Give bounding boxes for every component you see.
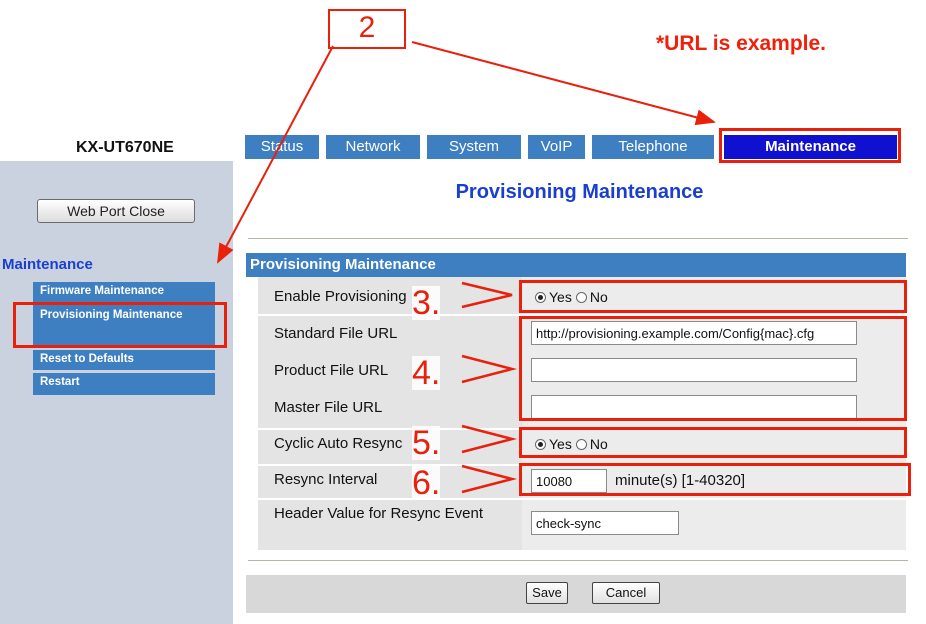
tab-system[interactable]: System bbox=[427, 135, 521, 159]
sidebar-item-reset-to-defaults[interactable]: Reset to Defaults bbox=[33, 350, 215, 370]
master-file-url-label: Master File URL bbox=[274, 399, 383, 416]
url-example-note: *URL is example. bbox=[656, 32, 827, 55]
provisioning-item-highlight bbox=[13, 302, 227, 348]
resync-interval-label: Resync Interval bbox=[274, 471, 378, 488]
sidebar-item-firmware-maintenance[interactable]: Firmware Maintenance bbox=[33, 282, 215, 302]
row-divider bbox=[258, 498, 906, 500]
tab-label: System bbox=[448, 138, 499, 155]
step-6-number: 6. bbox=[412, 464, 441, 502]
step-3-number: 3. bbox=[412, 284, 441, 322]
cancel-button[interactable]: Cancel bbox=[592, 582, 660, 604]
save-button[interactable]: Save bbox=[526, 582, 568, 604]
tab-label: VoIP bbox=[540, 138, 573, 155]
product-file-url-label: Product File URL bbox=[274, 362, 389, 379]
sidebar-section-title: Maintenance bbox=[2, 256, 93, 273]
step-5-number: 5. bbox=[412, 424, 441, 462]
sidebar-item-label: Firmware Maintenance bbox=[40, 285, 164, 297]
enable-provisioning-highlight bbox=[519, 280, 907, 313]
device-model-title: KX-UT670NE bbox=[76, 139, 174, 156]
step-4-number: 4. bbox=[412, 354, 441, 392]
tab-label: Telephone bbox=[618, 138, 688, 155]
sidebar-item-restart[interactable]: Restart bbox=[33, 373, 215, 395]
footer-bar bbox=[246, 575, 906, 613]
divider bbox=[248, 560, 908, 561]
cyclic-auto-resync-label: Cyclic Auto Resync bbox=[274, 435, 403, 452]
maintenance-tab-highlight bbox=[719, 128, 901, 163]
web-port-close-button[interactable]: Web Port Close bbox=[37, 199, 195, 223]
tab-telephone[interactable]: Telephone bbox=[592, 135, 714, 159]
tab-voip[interactable]: VoIP bbox=[528, 135, 585, 159]
standard-file-url-label: Standard File URL bbox=[274, 325, 398, 342]
header-value-label: Header Value for Resync Event bbox=[274, 505, 483, 522]
tab-label: Network bbox=[345, 138, 401, 155]
tab-network[interactable]: Network bbox=[326, 135, 420, 159]
header-value-input[interactable] bbox=[531, 511, 679, 535]
tab-label: Status bbox=[260, 138, 304, 155]
cyclic-resync-highlight bbox=[519, 427, 907, 458]
sidebar-item-label: Restart bbox=[40, 376, 80, 388]
step-2-number: 2 bbox=[358, 11, 376, 44]
sidebar-item-label: Reset to Defaults bbox=[40, 353, 134, 365]
step-2-callout: 2 bbox=[328, 9, 406, 49]
divider bbox=[248, 238, 908, 239]
tab-status[interactable]: Status bbox=[245, 135, 319, 159]
resync-interval-highlight bbox=[519, 463, 911, 496]
enable-provisioning-label: Enable Provisioning bbox=[274, 288, 407, 305]
section-header: Provisioning Maintenance bbox=[246, 253, 906, 277]
page-title: Provisioning Maintenance bbox=[455, 181, 704, 203]
file-url-highlight bbox=[519, 316, 907, 421]
